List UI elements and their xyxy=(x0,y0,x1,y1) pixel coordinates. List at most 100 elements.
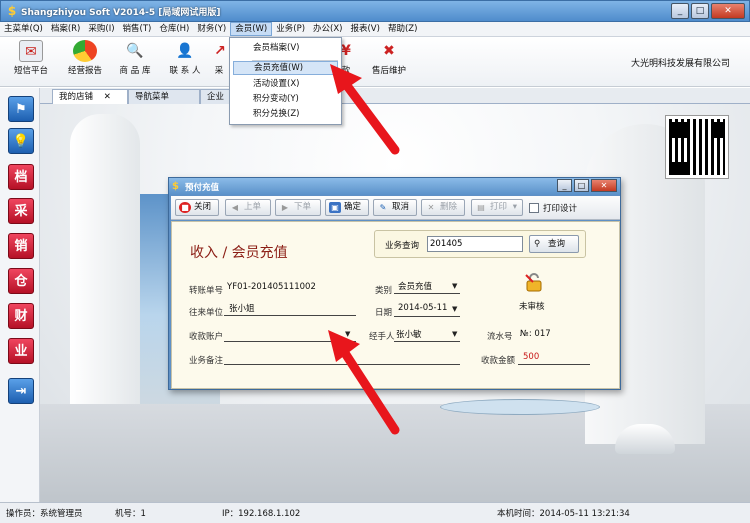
serial-label: 流水号 xyxy=(487,332,513,342)
app-logo-icon: $ xyxy=(7,4,17,18)
amount-field[interactable]: 500 xyxy=(523,352,539,362)
menu-finance[interactable]: 财务(Y) xyxy=(193,22,230,36)
maximize-button[interactable]: □ xyxy=(691,3,709,19)
print-design-checkbox[interactable] xyxy=(529,203,539,213)
category-select[interactable]: 会员充值 xyxy=(398,280,432,292)
recharge-dialog: $ 预付充值 _ □ ✕ ■ 关闭 ◀ 上单 ▶ 下单 ▣ 确定 ✎ 取消 ✕ 删除 ▤ 打印… xyxy=(168,177,621,390)
remark-underline xyxy=(224,364,460,365)
toolbar-contact-button[interactable]: 👤 联 系 人 xyxy=(160,40,210,84)
menu-item-member-recharge[interactable]: 会员充值(W) xyxy=(233,61,338,75)
category-underline xyxy=(394,293,460,294)
dialog-controls: _ □ ✕ xyxy=(557,179,617,192)
menu-sales[interactable]: 销售(T) xyxy=(119,22,156,36)
business-icon: 业 xyxy=(14,344,28,359)
pencil-icon: ✎ xyxy=(379,203,387,212)
menu-warehouse[interactable]: 仓库(H) xyxy=(155,22,193,36)
dialog-maximize-button[interactable]: □ xyxy=(574,179,589,192)
sales-icon: 销 xyxy=(14,239,28,254)
member-dropdown-menu: 会员档案(V) 会员充值(W) 活动设置(X) 积分变动(Y) 积分兑换(Z) xyxy=(229,37,342,125)
status-ip: IP：192.168.1.102 xyxy=(222,509,301,519)
tab-navigation[interactable]: 导航菜单 xyxy=(128,89,200,104)
sidebar-item-exit[interactable]: ⇥ xyxy=(8,378,34,404)
toolbar-purchase-button[interactable]: ↗ 采 xyxy=(208,40,230,84)
account-label: 收款账户 xyxy=(189,332,224,342)
print-design-label: 打印设计 xyxy=(543,204,578,214)
dialog-logo-icon: $ xyxy=(172,181,179,192)
menu-archive[interactable]: 档案(R) xyxy=(47,22,85,36)
menu-item-points-exchange[interactable]: 积分兑换(Z) xyxy=(233,107,338,121)
bulb-icon: 💡 xyxy=(12,134,30,149)
menu-main[interactable]: 主菜单(Q) xyxy=(0,22,47,36)
menu-item-activity-settings[interactable]: 活动设置(X) xyxy=(233,77,338,91)
toolbar-report-button[interactable]: 经营报告 xyxy=(60,40,110,84)
sidebar-item-finance[interactable]: 财 xyxy=(8,303,34,329)
form-title: 收入 / 会员充值 xyxy=(190,245,288,261)
dialog-minimize-button[interactable]: _ xyxy=(557,179,572,192)
stop-icon: ■ xyxy=(179,202,191,213)
delete-button[interactable]: ✕ 删除 xyxy=(421,199,465,216)
next-record-button[interactable]: ▶ 下单 xyxy=(275,199,321,216)
menu-office[interactable]: 办公(X) xyxy=(309,22,346,36)
amount-label: 收款金额 xyxy=(481,356,516,366)
dialog-title: 预付充值 xyxy=(185,183,220,193)
tab-bar: 我的店铺 ✕ 导航菜单 企业 xyxy=(40,88,750,104)
flag-icon: ⚑ xyxy=(15,102,27,117)
menu-member[interactable]: 会员(W) xyxy=(230,22,273,36)
unit-label: 往来单位 xyxy=(189,308,224,318)
menu-item-member-archive[interactable]: 会员档案(V) xyxy=(233,41,338,55)
envelope-icon: ✉ xyxy=(19,40,43,62)
sidebar-item-flag[interactable]: ⚑ xyxy=(8,96,34,122)
print-button[interactable]: ▤ 打印 ▾ xyxy=(471,199,523,216)
arrow-left-icon: ◀ xyxy=(231,203,239,212)
cancel-button[interactable]: ✎ 取消 xyxy=(373,199,417,216)
window-title: Shangzhiyou Soft V2014-5 [局域网试用版] xyxy=(21,8,221,18)
sidebar-item-bulb[interactable]: 💡 xyxy=(8,128,34,154)
pie-chart-icon xyxy=(73,40,97,62)
company-name: 大光明科技发展有限公司 xyxy=(630,59,730,69)
menu-item-points-change[interactable]: 积分变动(Y) xyxy=(233,92,338,106)
prev-record-button[interactable]: ◀ 上单 xyxy=(225,199,271,216)
decor-table xyxy=(440,399,600,415)
toolbar-sms-button[interactable]: ✉ 短信平台 xyxy=(6,40,56,84)
confirm-button[interactable]: ▣ 确定 xyxy=(325,199,369,216)
purchase-icon: 采 xyxy=(14,204,28,219)
unit-underline xyxy=(224,315,356,316)
window-titlebar: $ Shangzhiyou Soft V2014-5 [局域网试用版] _ □ … xyxy=(0,0,750,22)
menu-help[interactable]: 帮助(Z) xyxy=(384,22,421,36)
chevron-down-icon: ▼ xyxy=(452,282,458,290)
date-label: 日期 xyxy=(375,308,393,318)
close-button[interactable]: ✕ xyxy=(711,3,745,19)
unit-field[interactable]: 张小姐 xyxy=(229,302,255,314)
sidebar-item-warehouse[interactable]: 仓 xyxy=(8,268,34,294)
sidebar-item-archive[interactable]: 档 xyxy=(8,164,34,190)
date-field[interactable]: 2014-05-11 xyxy=(398,303,447,313)
handler-select[interactable]: 张小敏 xyxy=(396,328,422,340)
toolbar-product-button[interactable]: 🔍 商 品 库 xyxy=(110,40,160,84)
person-icon: 👤 xyxy=(176,43,194,59)
qr-code-icon xyxy=(665,115,729,179)
tab-close-icon[interactable]: ✕ xyxy=(104,92,111,102)
search-input[interactable] xyxy=(427,236,523,252)
sidebar-item-purchase[interactable]: 采 xyxy=(8,198,34,224)
menu-report[interactable]: 报表(V) xyxy=(346,22,383,36)
tools-icon: ✖ xyxy=(383,43,395,59)
toolbar-aftersales-button[interactable]: ✖ 售后维护 xyxy=(364,40,414,84)
arrow-right-icon: ▶ xyxy=(281,203,289,212)
window-controls: _ □ ✕ xyxy=(671,3,745,19)
minimize-button[interactable]: _ xyxy=(671,3,689,19)
menubar: 主菜单(Q) 档案(R) 采购(I) 销售(T) 仓库(H) 财务(Y) 会员(… xyxy=(0,22,750,37)
chevron-down-icon: ▼ xyxy=(452,330,458,338)
menu-purchase[interactable]: 采购(I) xyxy=(84,22,118,36)
printer-icon: ▤ xyxy=(477,203,485,212)
menu-business[interactable]: 业务(P) xyxy=(272,22,309,36)
status-time: 本机时间：2014-05-11 13:21:34 xyxy=(497,509,630,519)
dialog-close-button[interactable]: ✕ xyxy=(591,179,617,192)
sidebar-item-sales[interactable]: 销 xyxy=(8,233,34,259)
chevron-down-icon: ▼ xyxy=(452,305,458,313)
close-dialog-button[interactable]: ■ 关闭 xyxy=(175,199,219,216)
voucher-no-label: 转账单号 xyxy=(189,286,224,296)
search-button[interactable]: ⚲ 查询 xyxy=(529,235,579,253)
sidebar-item-business[interactable]: 业 xyxy=(8,338,34,364)
tab-my-store[interactable]: 我的店铺 ✕ xyxy=(52,89,128,104)
serial-value: №: 017 xyxy=(520,329,551,339)
